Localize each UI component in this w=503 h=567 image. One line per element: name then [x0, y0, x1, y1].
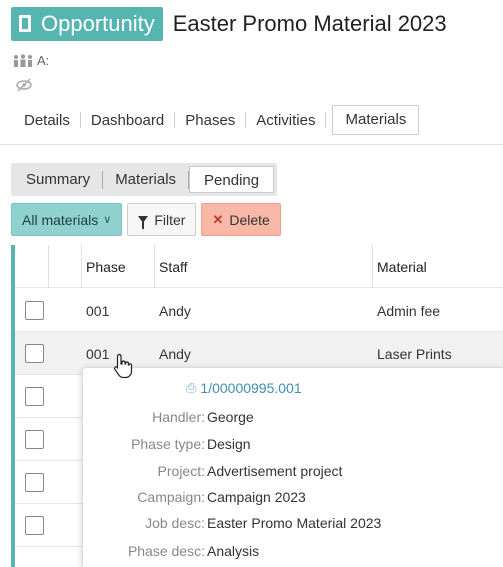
field-label-campaign: Campaign: [137, 489, 205, 505]
reference-number: 1/00000995.001 [200, 380, 302, 396]
phase-cell: 001 [86, 302, 110, 319]
column-header-staff[interactable]: Staff [159, 245, 188, 288]
tab-details[interactable]: Details [14, 112, 80, 129]
section-divider [0, 144, 503, 145]
people-icon [14, 54, 32, 67]
chevron-down-icon: ∨ [103, 214, 112, 226]
all-materials-label: All materials [22, 211, 99, 228]
field-label-handler: Handler: [152, 409, 205, 425]
column-header-phase[interactable]: Phase [86, 245, 126, 288]
field-label-job-desc: Job desc: [145, 515, 205, 531]
field-value-handler: George [207, 409, 254, 425]
delete-button[interactable]: ✕ Delete [201, 203, 281, 236]
delete-label: Delete [229, 211, 270, 228]
reference-link[interactable]: ⎙ 1/00000995.001 [186, 380, 302, 396]
hand-pointer-cursor-icon [114, 353, 133, 379]
tab-phases[interactable]: Phases [175, 112, 245, 129]
filter-button[interactable]: Filter [127, 203, 197, 236]
record-type-label: Opportunity [41, 11, 155, 36]
main-tabs: Details Dashboard Phases Activities Mate… [14, 104, 420, 136]
material-cell: Admin fee [377, 302, 441, 319]
subtab-pending[interactable]: Pending [189, 166, 275, 193]
sub-tabs: Summary Materials Pending [11, 163, 278, 196]
funnel-icon [138, 216, 149, 229]
x-icon: ✕ [212, 211, 224, 227]
field-value-project: Advertisement project [207, 463, 343, 479]
row-checkbox[interactable] [25, 473, 44, 492]
meta-owner-text: A: [37, 53, 50, 68]
row-checkbox[interactable] [25, 387, 44, 406]
record-type-badge: Opportunity [11, 7, 163, 41]
field-value-phase-desc: Analysis [207, 543, 260, 559]
subtab-materials[interactable]: Materials [103, 171, 188, 188]
column-divider [48, 245, 49, 288]
meta-visibility-row [15, 78, 33, 95]
tab-divider [325, 112, 327, 128]
row-checkbox[interactable] [25, 430, 44, 449]
toolbar: All materials ∨ Filter ✕ Delete [11, 203, 281, 236]
row-checkbox[interactable] [25, 516, 44, 535]
record-link-icon: ⎙ [186, 380, 197, 395]
eye-slash-icon [16, 78, 32, 92]
field-value-job-desc: Easter Promo Material 2023 [207, 515, 382, 531]
subtab-summary[interactable]: Summary [14, 171, 102, 188]
column-header-material[interactable]: Material [377, 245, 427, 288]
tab-materials[interactable]: Materials [332, 105, 420, 135]
page-title: Easter Promo Material 2023 [172, 11, 447, 36]
column-divider [372, 245, 373, 288]
field-label-phase-desc: Phase desc: [127, 543, 205, 559]
column-divider [81, 245, 82, 288]
document-icon [17, 14, 33, 34]
table-header-row: Phase Staff Material [15, 245, 503, 288]
all-materials-dropdown[interactable]: All materials ∨ [11, 203, 123, 236]
page-header: Opportunity Easter Promo Material 2023 [11, 6, 447, 42]
filter-label: Filter [154, 211, 186, 228]
staff-cell: Andy [159, 302, 191, 319]
field-value-phase-type: Design [207, 436, 251, 452]
row-checkbox[interactable] [25, 344, 44, 363]
row-checkbox[interactable] [25, 301, 44, 320]
column-divider [154, 245, 155, 288]
meta-people-row: A: [13, 53, 49, 68]
table-row[interactable]: 001 Andy Admin fee [15, 289, 503, 332]
tab-dashboard[interactable]: Dashboard [81, 112, 174, 129]
phase-tooltip: ⎙ 1/00000995.001 Handler: George Phase t… [82, 367, 503, 567]
field-label-phase-type: Phase type: [131, 436, 205, 452]
field-value-campaign: Campaign 2023 [207, 489, 306, 505]
field-label-project: Project: [157, 463, 205, 479]
tab-activities[interactable]: Activities [246, 112, 325, 129]
